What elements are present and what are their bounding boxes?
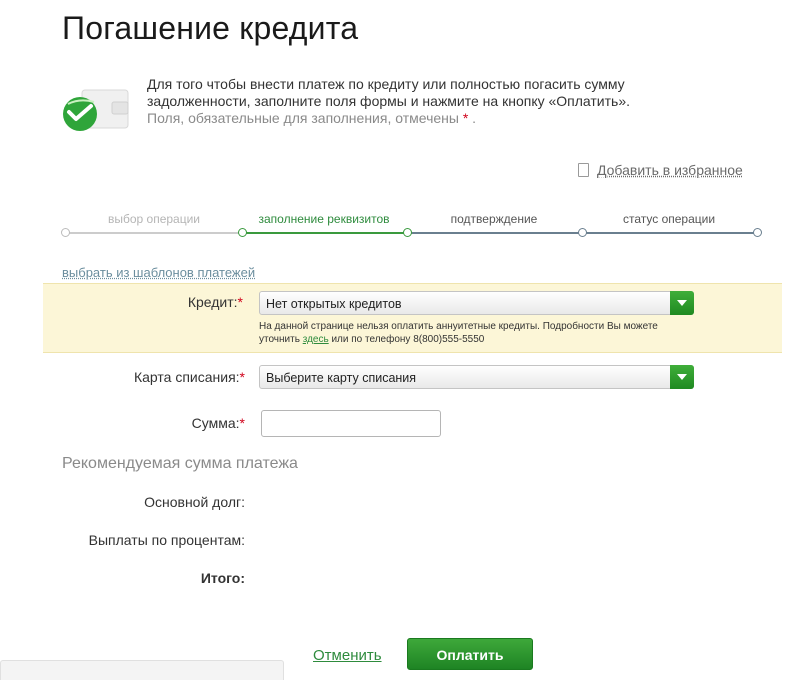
step-label-operation-status: статус операции	[622, 212, 716, 226]
credit-select[interactable]: Нет открытых кредитов	[259, 291, 694, 315]
intro-line-1: Для того чтобы внести платеж по кредиту …	[147, 76, 625, 92]
intro-text: Для того чтобы внести платеж по кредиту …	[147, 76, 707, 127]
card-select-value: Выберите карту списания	[266, 371, 417, 385]
bottom-left-panel	[0, 660, 284, 680]
intro-line-3-end: .	[472, 110, 477, 126]
credit-note-text: уточнить	[259, 334, 300, 345]
required-mark: *	[237, 294, 243, 310]
progress-steps: выбор операции заполнение реквизитов под…	[60, 210, 762, 242]
amount-input[interactable]	[261, 410, 441, 437]
bookmark-icon	[578, 163, 589, 177]
page-title: Погашение кредита	[62, 10, 359, 46]
total-label: Итого:	[200, 570, 245, 586]
credit-label-text: Кредит:	[187, 294, 238, 310]
chevron-down-icon[interactable]	[670, 291, 694, 315]
required-mark: *	[462, 110, 469, 126]
add-to-favorites[interactable]: Добавить в избранное	[578, 162, 743, 178]
add-to-favorites-link[interactable]: Добавить в избранное	[597, 162, 743, 178]
intro-line-3: Поля, обязательные для заполнения, отмеч…	[147, 110, 707, 127]
step-dot-5	[753, 228, 762, 237]
step-label-confirmation: подтверждение	[450, 212, 538, 226]
step-dot-3	[403, 228, 412, 237]
card-label: Карта списания:*	[45, 369, 245, 385]
intro-line-3-text: Поля, обязательные для заполнения, отмеч…	[147, 110, 459, 126]
intro-line-2: задолженности, заполните поля формы и на…	[147, 93, 631, 109]
step-dot-1	[61, 228, 70, 237]
step-label-select-operation: выбор операции	[107, 212, 201, 226]
interest-label: Выплаты по процентам:	[88, 532, 245, 548]
amount-label-text: Сумма:	[191, 415, 240, 431]
chevron-down-icon[interactable]	[670, 365, 694, 389]
credit-note-line-2: уточнить здесь или по телефону 8(800)555…	[259, 333, 759, 346]
cancel-link[interactable]: Отменить	[313, 647, 382, 664]
step-line-active	[242, 232, 407, 234]
amount-label: Сумма:*	[45, 415, 245, 431]
credit-note-phone: или по телефону 8(800)555-5550	[331, 334, 485, 345]
choose-from-templates-link[interactable]: выбрать из шаблонов платежей	[62, 265, 255, 280]
step-label-fill-details: заполнение реквизитов	[258, 212, 390, 226]
required-mark: *	[239, 415, 245, 431]
step-dot-4	[578, 228, 587, 237]
step-line-done	[66, 232, 242, 234]
sberbank-wallet-icon	[63, 89, 129, 131]
credit-label: Кредит:*	[43, 294, 243, 310]
card-label-text: Карта списания:	[133, 369, 240, 385]
step-dot-2	[238, 228, 247, 237]
credit-note-line-1: На данной странице нельзя оплатить аннуи…	[259, 321, 658, 332]
card-select[interactable]: Выберите карту списания	[259, 365, 694, 389]
required-mark: *	[239, 369, 245, 385]
principal-label: Основной долг:	[144, 494, 245, 510]
credit-note: На данной странице нельзя оплатить аннуи…	[259, 320, 759, 346]
intro-block: Для того чтобы внести платеж по кредиту …	[60, 74, 760, 134]
credit-select-value: Нет открытых кредитов	[266, 297, 402, 311]
credit-note-here-link[interactable]: здесь	[303, 334, 329, 345]
recommended-title: Рекомендуемая сумма платежа	[62, 455, 298, 472]
pay-button[interactable]: Оплатить	[407, 638, 533, 670]
